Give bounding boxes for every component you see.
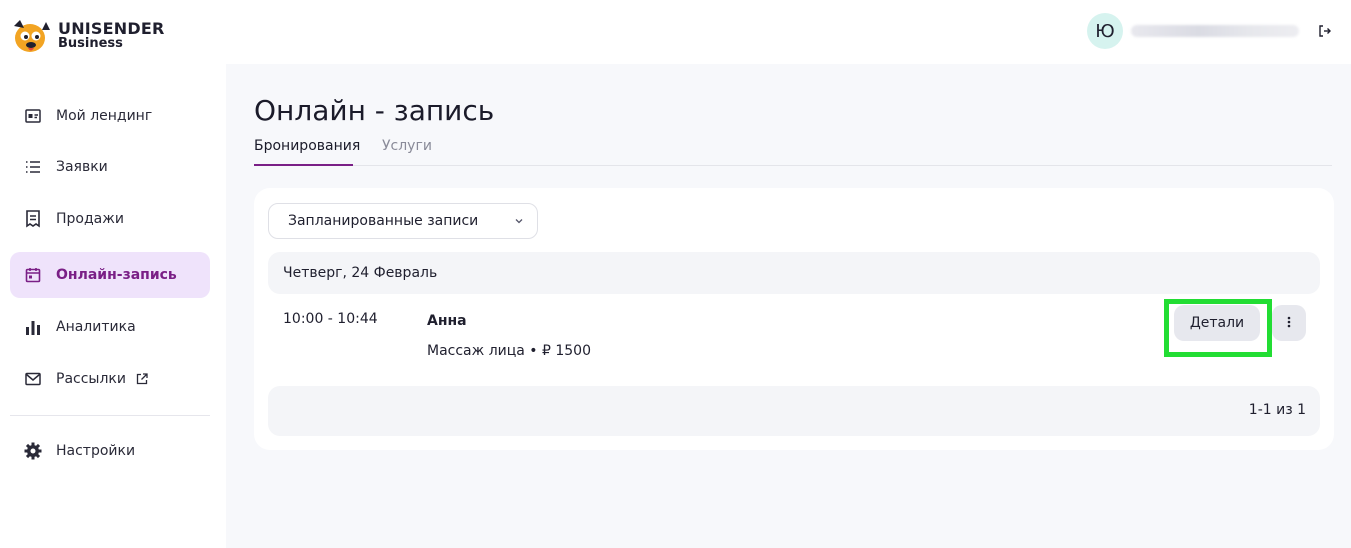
details-button[interactable]: Детали	[1174, 305, 1260, 341]
calendar-icon	[24, 266, 42, 284]
tab-bookings[interactable]: Бронирования	[254, 138, 360, 166]
sidebar-item-mailings[interactable]: Рассылки	[10, 356, 210, 402]
sidebar-item-label: Продажи	[56, 211, 124, 227]
sidebar-item-landing[interactable]: Мой лендинг	[10, 93, 210, 139]
booking-time: 10:00 - 10:44	[283, 311, 378, 327]
bar-chart-icon	[24, 318, 42, 336]
main-content: Онлайн - запись Бронирования Услуги Запл…	[226, 64, 1351, 548]
mail-icon	[24, 370, 42, 388]
external-link-icon	[136, 373, 148, 385]
booking-filter-value: Запланированные записи	[288, 213, 479, 229]
list-icon	[24, 158, 42, 176]
landing-card-icon	[24, 107, 42, 125]
booking-service: Массаж лица • ₽ 1500	[427, 343, 591, 359]
sidebar: Мой лендинг Заявки Продажи Онлайн-запись…	[0, 64, 226, 548]
sidebar-item-online-booking[interactable]: Онлайн-запись	[10, 252, 210, 298]
day-header: Четверг, 24 Февраль	[268, 252, 1320, 294]
sidebar-item-sales[interactable]: Продажи	[10, 196, 210, 242]
brand-name: UNISENDER	[58, 19, 165, 38]
sidebar-item-requests[interactable]: Заявки	[10, 144, 210, 190]
tab-services[interactable]: Услуги	[382, 138, 432, 166]
user-menu[interactable]: Ю	[1087, 13, 1299, 49]
booking-client: Анна	[427, 313, 467, 329]
sidebar-item-label: Онлайн-запись	[56, 267, 177, 283]
booking-row: 10:00 - 10:44 Анна Массаж лица • ₽ 1500 …	[268, 294, 1320, 384]
pagination-bar: 1-1 из 1	[268, 386, 1320, 436]
sidebar-item-label: Мой лендинг	[56, 108, 153, 124]
sidebar-item-analytics[interactable]: Аналитика	[10, 304, 210, 350]
sidebar-item-label: Рассылки	[56, 371, 126, 387]
booking-filter-select[interactable]: Запланированные записи	[268, 203, 538, 239]
sidebar-item-label: Настройки	[56, 443, 136, 459]
bookings-card: Запланированные записи Четверг, 24 Февра…	[254, 188, 1334, 450]
receipt-icon	[24, 210, 42, 228]
avatar[interactable]: Ю	[1087, 13, 1123, 49]
sidebar-item-settings[interactable]: Настройки	[10, 428, 210, 474]
user-email-blurred	[1131, 25, 1299, 37]
gear-icon	[24, 442, 42, 460]
sidebar-item-label: Заявки	[56, 159, 108, 175]
more-options-button[interactable]	[1272, 305, 1306, 341]
brand-sub: Business	[58, 36, 123, 51]
chevron-down-icon	[513, 215, 525, 227]
page-title: Онлайн - запись	[254, 94, 495, 127]
logout-icon[interactable]	[1316, 22, 1334, 40]
brand-logo[interactable]: UNISENDER Business	[10, 16, 165, 56]
pagination-text: 1-1 из 1	[1248, 402, 1306, 418]
top-bar: UNISENDER Business Ю	[0, 0, 1351, 64]
sidebar-item-label: Аналитика	[56, 319, 136, 335]
tab-bar: Бронирования Услуги	[254, 138, 1332, 166]
dog-mascot-icon	[10, 16, 52, 56]
more-vertical-icon	[1287, 315, 1291, 332]
sidebar-divider	[10, 415, 210, 416]
